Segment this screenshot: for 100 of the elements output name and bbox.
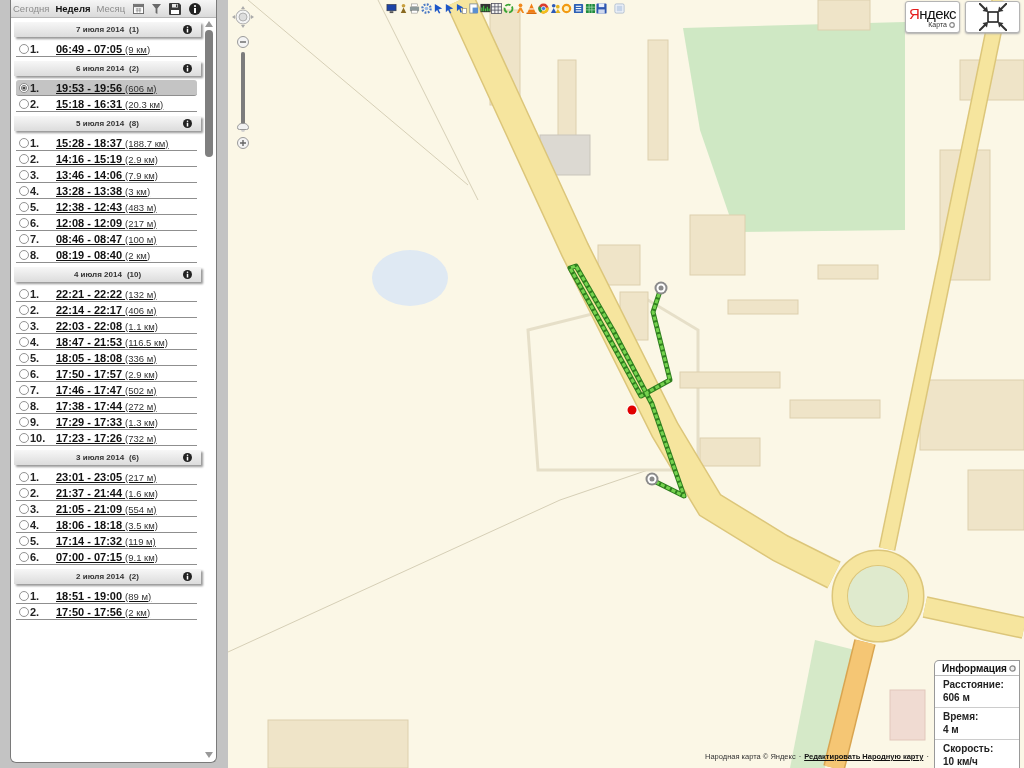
- scrollbar-thumb[interactable]: [205, 30, 213, 157]
- trip-link[interactable]: 22:21 - 22:22 (132 м): [56, 287, 157, 300]
- trip-row[interactable]: 4. 13:28 - 13:38 (3 км): [16, 183, 197, 199]
- spreadsheet-icon[interactable]: [584, 3, 596, 14]
- trip-link[interactable]: 17:50 - 17:56 (2 км): [56, 605, 151, 618]
- window-icon[interactable]: [614, 3, 626, 14]
- trip-link[interactable]: 08:46 - 08:47 (100 м): [56, 232, 157, 245]
- radio-button[interactable]: [19, 487, 29, 498]
- info-icon[interactable]: [183, 64, 192, 73]
- radio-button[interactable]: [19, 551, 29, 562]
- info-icon[interactable]: [183, 453, 192, 462]
- radio-button[interactable]: [19, 82, 29, 93]
- trip-link[interactable]: 13:28 - 13:38 (3 км): [56, 184, 151, 197]
- monitor-icon[interactable]: [386, 3, 397, 14]
- radio-button[interactable]: [19, 320, 29, 331]
- trip-row[interactable]: 1. 23:01 - 23:05 (217 м): [16, 469, 197, 485]
- globe-icon[interactable]: [537, 3, 549, 14]
- trip-row[interactable]: 5. 17:14 - 17:32 (119 м): [16, 533, 197, 549]
- radio-button[interactable]: [19, 249, 29, 260]
- radio-button[interactable]: [19, 185, 29, 196]
- radio-button[interactable]: [19, 352, 29, 363]
- trip-row[interactable]: 2. 22:14 - 22:17 (406 м): [16, 302, 197, 318]
- calendar-icon[interactable]: [133, 3, 145, 14]
- radio-button[interactable]: [19, 304, 29, 315]
- printer-icon[interactable]: [409, 3, 421, 14]
- radio-button[interactable]: [19, 471, 29, 482]
- radio-button[interactable]: [19, 384, 29, 395]
- trip-link[interactable]: 17:29 - 17:33 (1.3 км): [56, 415, 158, 428]
- trip-row[interactable]: 1. 19:53 - 19:56 (606 м): [16, 80, 197, 96]
- trip-row[interactable]: 2. 14:16 - 15:19 (2.9 км): [16, 151, 197, 167]
- trip-row[interactable]: 1. 15:28 - 18:37 (188.7 км): [16, 135, 197, 151]
- trip-link[interactable]: 07:00 - 07:15 (9.1 км): [56, 550, 158, 563]
- trip-row[interactable]: 2. 21:37 - 21:44 (1.6 км): [16, 485, 197, 501]
- radio-button[interactable]: [19, 169, 29, 180]
- gear-icon[interactable]: [421, 3, 433, 14]
- trip-link[interactable]: 21:05 - 21:09 (554 м): [56, 502, 157, 515]
- radio-button[interactable]: [19, 153, 29, 164]
- radio-button[interactable]: [19, 519, 29, 530]
- trip-link[interactable]: 19:53 - 19:56 (606 м): [56, 81, 157, 94]
- trip-link[interactable]: 17:23 - 17:26 (732 м): [56, 431, 157, 444]
- cone-icon[interactable]: [526, 3, 538, 14]
- location-dot-icon[interactable]: [626, 404, 638, 416]
- radio-button[interactable]: [19, 43, 29, 54]
- radio-button[interactable]: [19, 336, 29, 347]
- trip-row[interactable]: 5. 18:05 - 18:08 (336 м): [16, 350, 197, 366]
- trip-row[interactable]: 1. 06:49 - 07:05 (9 км): [16, 41, 197, 57]
- trip-row[interactable]: 5. 12:38 - 12:43 (483 м): [16, 199, 197, 215]
- fullscreen-button[interactable]: [965, 1, 1020, 33]
- zoom-in-button[interactable]: [237, 137, 249, 149]
- radio-button[interactable]: [19, 288, 29, 299]
- radio-button[interactable]: [19, 233, 29, 244]
- scroll-down-arrow-icon[interactable]: [205, 752, 213, 758]
- person-icon[interactable]: [514, 3, 526, 14]
- radio-button[interactable]: [19, 503, 29, 514]
- trip-row[interactable]: 8. 17:38 - 17:44 (272 м): [16, 398, 197, 414]
- recycle-icon[interactable]: [502, 3, 514, 14]
- trip-row[interactable]: 2. 17:50 - 17:56 (2 км): [16, 604, 197, 620]
- trip-link[interactable]: 17:14 - 17:32 (119 м): [56, 534, 156, 547]
- trip-row[interactable]: 7. 08:46 - 08:47 (100 м): [16, 231, 197, 247]
- period-tab[interactable]: Неделя: [54, 3, 92, 14]
- pan-control[interactable]: [232, 6, 254, 28]
- trip-link[interactable]: 18:51 - 19:00 (89 м): [56, 589, 152, 602]
- trip-link[interactable]: 12:08 - 12:09 (217 м): [56, 216, 157, 229]
- radio-button[interactable]: [19, 400, 29, 411]
- trip-link[interactable]: 18:47 - 21:53 (116.5 км): [56, 335, 168, 348]
- trip-link[interactable]: 08:19 - 08:40 (2 км): [56, 248, 151, 261]
- start-marker-icon[interactable]: [654, 281, 668, 295]
- trip-link[interactable]: 17:38 - 17:44 (272 м): [56, 399, 157, 412]
- trip-link[interactable]: 22:14 - 22:17 (406 м): [56, 303, 157, 316]
- trip-row[interactable]: 6. 07:00 - 07:15 (9.1 км): [16, 549, 197, 565]
- trip-link[interactable]: 21:37 - 21:44 (1.6 км): [56, 486, 158, 499]
- radio-button[interactable]: [19, 201, 29, 212]
- trip-row[interactable]: 1. 18:51 - 19:00 (89 м): [16, 588, 197, 604]
- trip-row[interactable]: 4. 18:47 - 21:53 (116.5 км): [16, 334, 197, 350]
- radio-button[interactable]: [19, 98, 29, 109]
- trip-row[interactable]: 6. 17:50 - 17:57 (2.9 км): [16, 366, 197, 382]
- trip-link[interactable]: 17:46 - 17:47 (502 м): [56, 383, 157, 396]
- trip-row[interactable]: 10. 17:23 - 17:26 (732 м): [16, 430, 197, 446]
- trip-row[interactable]: 8. 08:19 - 08:40 (2 км): [16, 247, 197, 263]
- trip-row[interactable]: 9. 17:29 - 17:33 (1.3 км): [16, 414, 197, 430]
- radio-button[interactable]: [19, 217, 29, 228]
- radio-button[interactable]: [19, 535, 29, 546]
- info-icon[interactable]: [183, 270, 192, 279]
- cursor-icon[interactable]: [456, 3, 468, 14]
- trip-link[interactable]: 15:28 - 18:37 (188.7 км): [56, 136, 169, 149]
- trip-link[interactable]: 14:16 - 15:19 (2.9 км): [56, 152, 158, 165]
- end-marker-icon[interactable]: [645, 472, 659, 486]
- info-icon[interactable]: [183, 572, 192, 581]
- trip-link[interactable]: 18:06 - 18:18 (3.5 км): [56, 518, 158, 531]
- grid-icon[interactable]: [491, 3, 503, 14]
- trip-row[interactable]: 3. 13:46 - 14:06 (7.9 км): [16, 167, 197, 183]
- trip-link[interactable]: 17:50 - 17:57 (2.9 км): [56, 367, 158, 380]
- trip-link[interactable]: 22:03 - 22:08 (1.1 км): [56, 319, 158, 332]
- trip-row[interactable]: 7. 17:46 - 17:47 (502 м): [16, 382, 197, 398]
- info-icon[interactable]: [183, 25, 192, 34]
- trip-row[interactable]: 2. 15:18 - 16:31 (20.3 км): [16, 96, 197, 112]
- cursor-icon[interactable]: [444, 3, 456, 14]
- equalizer-icon[interactable]: [479, 3, 491, 14]
- cursor-icon[interactable]: [432, 3, 444, 14]
- document-icon[interactable]: [573, 3, 584, 14]
